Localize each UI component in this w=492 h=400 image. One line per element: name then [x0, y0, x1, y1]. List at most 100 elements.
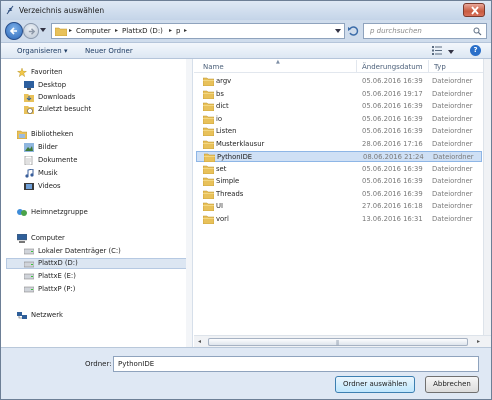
sidebar-item-label: PlattxP (P:): [38, 285, 76, 293]
search-input[interactable]: p durchsuchen: [363, 23, 487, 39]
column-divider[interactable]: [428, 60, 429, 72]
file-type: Dateiordner: [432, 114, 473, 123]
folder-name-value: PythonIDE: [118, 360, 155, 368]
sidebar-item-downloads[interactable]: Downloads: [11, 92, 191, 103]
file-list: ▲ Name Änderungsdatum Typ argv 05.06.2016…: [194, 59, 483, 347]
breadcrumb-computer[interactable]: Computer: [76, 27, 111, 35]
sidebar-item-label: Downloads: [38, 93, 76, 101]
breadcrumb-separator[interactable]: ▸: [69, 27, 72, 34]
column-header-row: ▲ Name Änderungsdatum Typ: [194, 59, 483, 73]
view-options-icon[interactable]: [432, 46, 442, 55]
file-type: Dateiordner: [432, 164, 473, 173]
file-type: Dateiordner: [432, 189, 473, 198]
address-dropdown-icon[interactable]: [335, 29, 341, 33]
sidebar-item-videos[interactable]: Videos: [11, 181, 191, 192]
column-header-name[interactable]: Name: [203, 63, 224, 71]
file-name: Listen: [216, 127, 237, 135]
file-row[interactable]: UI 27.06.2016 16:18 Dateiordner: [196, 201, 482, 212]
folder-icon: [203, 115, 214, 124]
organize-menu-button[interactable]: Organisieren ▾: [17, 47, 67, 55]
sidebar-item-drive-p[interactable]: PlattxP (P:): [11, 284, 191, 295]
breadcrumb-separator[interactable]: ▸: [115, 27, 118, 34]
scroll-right-icon[interactable]: ▸: [477, 338, 480, 345]
folder-name-input[interactable]: PythonIDE: [113, 356, 479, 372]
sidebar-group-network[interactable]: Netzwerk: [11, 310, 191, 321]
file-row[interactable]: Threads 05.06.2016 16:39 Dateiordner: [196, 189, 482, 200]
file-type: Dateiordner: [432, 214, 473, 223]
horizontal-scroll-thumb[interactable]: |||: [208, 338, 468, 346]
drive-icon: [24, 261, 34, 268]
scroll-left-icon[interactable]: ◂: [198, 338, 201, 345]
folder-icon: [203, 127, 214, 136]
sidebar-scrollbar[interactable]: [186, 59, 192, 347]
file-row[interactable]: io 05.06.2016 16:39 Dateiordner: [196, 114, 482, 125]
file-list-horizontal-scrollbar[interactable]: ◂ ||| ▸: [194, 335, 491, 347]
search-icon[interactable]: [473, 27, 482, 36]
file-name: Threads: [216, 189, 244, 198]
sidebar-group-computer[interactable]: Computer: [11, 233, 191, 244]
file-name: bs: [216, 89, 224, 98]
file-name: set: [216, 164, 227, 173]
sidebar-item-documents[interactable]: Dokumente: [11, 155, 191, 166]
title-bar: Verzeichnis auswählen: [1, 1, 491, 20]
recent-pages-dropdown-icon[interactable]: [40, 28, 46, 32]
file-row[interactable]: Listen 05.06.2016 16:39 Dateiordner: [196, 126, 482, 137]
file-date: 05.06.2016 19:17: [362, 89, 423, 98]
column-header-type[interactable]: Typ: [434, 63, 446, 71]
file-row[interactable]: argv 05.06.2016 16:39 Dateiordner: [196, 76, 482, 87]
breadcrumb-drive[interactable]: PlattxD (D:): [122, 27, 163, 35]
file-date: 28.06.2016 17:16: [362, 139, 423, 148]
column-header-date[interactable]: Änderungsdatum: [362, 63, 423, 71]
sidebar-item-recent[interactable]: Zuletzt besucht: [11, 104, 191, 115]
file-type: Dateiordner: [432, 102, 473, 110]
file-row[interactable]: Simple 05.06.2016 16:39 Dateiordner: [196, 176, 482, 187]
folder-icon: [203, 90, 214, 99]
file-name: UI: [216, 202, 223, 210]
file-row[interactable]: vorl 13.06.2016 16:31 Dateiordner: [196, 214, 482, 225]
breadcrumb-folder[interactable]: p: [176, 27, 180, 35]
file-row[interactable]: Musterklausur 28.06.2016 17:16 Dateiordner: [196, 139, 482, 150]
help-icon[interactable]: ?: [470, 45, 481, 56]
sidebar-group-homegroup[interactable]: Heimnetzgruppe: [11, 207, 191, 218]
sidebar-item-label: Lokaler Datenträger (C:): [38, 247, 121, 255]
view-dropdown-icon[interactable]: [448, 50, 454, 54]
sidebar-group-libraries[interactable]: Bibliotheken: [11, 129, 191, 140]
folder-icon: [203, 202, 214, 211]
sidebar-item-pictures[interactable]: Bilder: [11, 142, 191, 153]
forward-button[interactable]: [23, 23, 39, 39]
new-folder-button[interactable]: Neuer Ordner: [85, 47, 133, 55]
file-row[interactable]: bs 05.06.2016 19:17 Dateiordner: [196, 89, 482, 100]
file-row[interactable]: dict 05.06.2016 16:39 Dateiordner: [196, 101, 482, 112]
file-date: 13.06.2016 16:31: [362, 214, 423, 223]
sidebar-item-drive-c[interactable]: Lokaler Datenträger (C:): [11, 246, 191, 257]
close-button[interactable]: [463, 3, 485, 17]
file-date: 05.06.2016 16:39: [362, 177, 423, 185]
sidebar-item-desktop[interactable]: Desktop: [11, 80, 191, 91]
folder-icon: [203, 102, 214, 111]
address-bar[interactable]: ▸ Computer ▸ PlattxD (D:) ▸ p ▸: [51, 23, 345, 39]
file-date: 05.06.2016 16:39: [362, 127, 423, 135]
file-type: Dateiordner: [432, 89, 473, 98]
computer-icon: [17, 234, 27, 243]
back-button[interactable]: [5, 22, 23, 40]
breadcrumb-separator[interactable]: ▸: [184, 27, 187, 34]
breadcrumb-separator[interactable]: ▸: [169, 27, 172, 34]
desktop-icon: [24, 81, 34, 90]
sidebar-item-music[interactable]: Musik: [11, 168, 191, 179]
music-icon: [25, 169, 34, 178]
sidebar-item-label: Bibliotheken: [31, 130, 74, 138]
sidebar-item-label: Zuletzt besucht: [38, 105, 92, 113]
navigation-pane: Favoriten Desktop Downloads Zuletzt besu…: [1, 59, 193, 347]
file-row[interactable]: PythonIDE 08.06.2016 21:24 Dateiordner: [196, 151, 482, 162]
cancel-button[interactable]: Abbrechen: [425, 376, 479, 393]
file-row[interactable]: set 05.06.2016 16:39 Dateiordner: [196, 164, 482, 175]
homegroup-icon: [17, 209, 27, 216]
command-toolbar: Organisieren ▾ Neuer Ordner ?: [1, 42, 491, 59]
sidebar-group-favorites[interactable]: Favoriten: [11, 67, 191, 78]
select-folder-button[interactable]: Ordner auswählen: [335, 376, 415, 393]
file-list-vertical-scrollbar[interactable]: [483, 59, 491, 335]
column-divider[interactable]: [356, 60, 357, 72]
refresh-icon[interactable]: [347, 25, 359, 37]
sidebar-item-drive-e[interactable]: PlattxE (E:): [11, 271, 191, 282]
sidebar-item-drive-d[interactable]: PlattxD (D:): [6, 258, 188, 269]
